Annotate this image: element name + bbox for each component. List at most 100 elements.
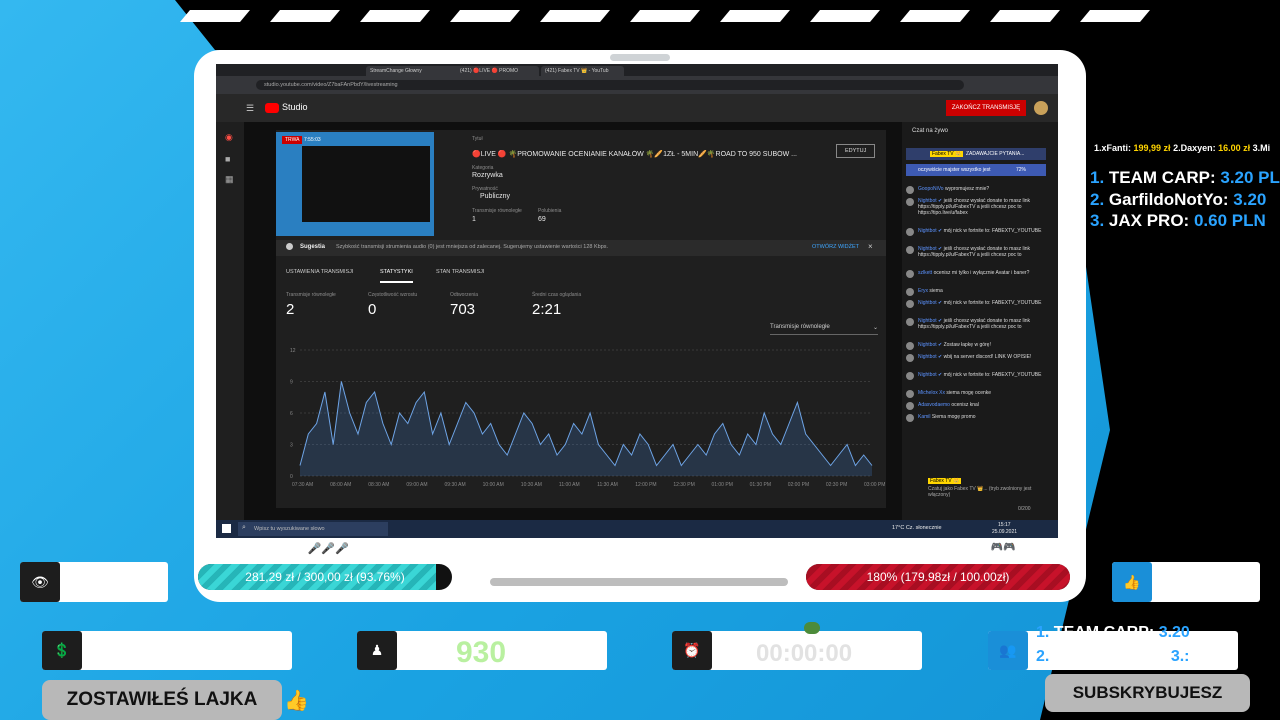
calendar-icon[interactable]: ▦: [225, 174, 234, 185]
chat-text: Adasvodaemo ocenisz knal: [918, 402, 1052, 408]
chat-avatar: [906, 198, 914, 206]
chat-avatar: [906, 414, 914, 422]
y-tick-label: 9: [290, 380, 293, 386]
end-stream-button[interactable]: ZAKOŃCZ TRANSMISJĘ: [946, 100, 1026, 116]
poll-bar[interactable]: oczywiście majster wszystko jest 72%: [906, 164, 1046, 176]
live-icon[interactable]: ◉: [225, 132, 233, 143]
stat-label: Średni czas oglądania: [532, 292, 582, 298]
avatar[interactable]: [1034, 101, 1048, 115]
browser-tab-1[interactable]: StreamChange Głowny: [366, 66, 464, 76]
chart-dropdown[interactable]: Transmisje równoległe ⌄: [770, 324, 878, 335]
poll-percent: 72%: [1016, 167, 1027, 173]
edit-button[interactable]: EDYTUJ: [836, 144, 876, 158]
y-tick-label: 0: [290, 474, 293, 480]
chat-user: Nightbot ✔: [918, 354, 944, 360]
suggestion-banner: Sugestia Szybkość transmisji strumienia …: [276, 240, 886, 256]
chat-avatar: [906, 246, 914, 254]
chat-body: ocenisz mi tylko i wyłącznie Avatar i ba…: [933, 270, 1030, 276]
donation-ticker: 1.xFanti: 199,99 zł 2.Daxyen: 16.00 zł 3…: [1094, 143, 1270, 153]
goal2-bar: 180% (179.98zł / 100.00zł): [806, 564, 1070, 590]
laptop-screen: StreamChange Głowny (421) 🔴LIVE 🔴 PROMO …: [216, 64, 1058, 538]
concurrent-value: 1: [472, 216, 476, 223]
x-tick-label: 12:30 PM: [673, 482, 694, 488]
x-tick-label: 01:30 PM: [750, 482, 771, 488]
stat-value: 0: [368, 301, 377, 318]
live-badge: TRWA: [282, 136, 303, 144]
subscribe-status-button[interactable]: SUBSKRYBUJESZ: [1045, 674, 1250, 712]
close-icon[interactable]: ×: [868, 242, 873, 251]
pinned-user: Fabex TV 👑: [930, 151, 964, 157]
chat-text: Nightbot ✔ wbij na server discord! LINK …: [918, 354, 1052, 360]
chat-body: mój nick w fortnite to: FABEXTV_YOUTUBE: [943, 228, 1042, 234]
stream-content: TRWA 7:55:03 Tytuł 🔴LIVE 🔴 🌴PROMOWANIE O…: [276, 130, 886, 508]
pinned-message: Fabex TV 👑 ZADAWAJCIE PYTANIA...: [906, 148, 1046, 160]
chat-avatar: [906, 318, 914, 326]
dropdown-label: Transmisje równoległe: [770, 324, 830, 330]
studio-header: ☰ Studio ZAKOŃCZ TRANSMISJĘ: [216, 94, 1058, 122]
tab-stream-health[interactable]: STAN TRANSMISJI: [436, 269, 484, 275]
y-tick-label: 6: [290, 411, 293, 417]
browser-tab-2[interactable]: (421) 🔴LIVE 🔴 PROMO: [456, 66, 539, 76]
pinned-text: ZADAWAJCIE PYTANIA...: [966, 151, 1025, 157]
chat-text: Nightbot ✔ mój nick w fortnite to: FABEX…: [918, 228, 1052, 234]
x-tick-label: 03:00 PM: [864, 482, 885, 488]
chat-user: Nightbot ✔: [918, 372, 944, 378]
category-value: Rozrywka: [472, 172, 503, 179]
stream-title: 🔴LIVE 🔴 🌴PROMOWANIE OCENIANIE KANAŁÓW 🌴🥖…: [472, 151, 797, 158]
x-tick-label: 08:00 AM: [330, 482, 351, 488]
like-status-button[interactable]: ZOSTAWIŁEŚ LAJKA: [42, 680, 282, 720]
windows-start-icon[interactable]: [222, 524, 231, 533]
series-area: [300, 381, 872, 476]
stream-preview[interactable]: TRWA 7:55:03: [276, 132, 434, 236]
chat-text: Nightbot ✔ jeśli chcesz wysłać donate to…: [918, 198, 1052, 216]
goal2-text: 180% (179.98zł / 100.00zł): [866, 570, 1010, 584]
chat-avatar: [906, 228, 914, 236]
stat-label: Transmisje równoległe: [286, 292, 336, 298]
chat-body: wypromujesz mnie?: [944, 186, 990, 192]
chat-user: szlkett: [918, 270, 934, 276]
subscriber-icon: ♟: [357, 631, 397, 670]
poll-text: oczywiście majster wszystko jest: [918, 167, 991, 173]
chat-avatar: [906, 270, 914, 278]
x-tick-label: 12:00 PM: [635, 482, 656, 488]
goal1-title: na lepsze mikro 🎤🎤🎤: [222, 543, 349, 555]
sub-counter: 930: [456, 636, 507, 669]
title-label: Tytuł: [472, 136, 483, 142]
top-donor-1: 1. TEAM CARP: 3.20 PLN: [1090, 168, 1280, 187]
chat-user: GoopoNiVo: [918, 186, 945, 192]
suggestion-text: Szybkość transmisji strumienia audio (0)…: [336, 244, 609, 250]
x-tick-label: 09:00 AM: [406, 482, 427, 488]
ticker-first: 1.xFanti:: [1094, 143, 1132, 153]
chat-body: Zostaw łapkę w górę!: [943, 342, 991, 348]
chat-avatar: [906, 300, 914, 308]
camera-icon[interactable]: ■: [225, 154, 230, 164]
y-tick-label: 3: [290, 443, 293, 449]
url-field[interactable]: studio.youtube.com/video/Z7baFAnPbdY/liv…: [256, 80, 964, 90]
studio-sidebar: ◉ ■ ▦: [216, 122, 244, 522]
chat-self-user: Fabex TV 👑: [928, 478, 962, 484]
chat-body: mój nick w fortnite to: FABEXTV_YOUTUBE: [943, 372, 1042, 378]
group-icon: 👥: [988, 631, 1028, 670]
thumbs-up-icon: 👍: [1112, 562, 1152, 602]
suggestion-label: Sugestia: [300, 244, 326, 250]
youtube-logo-icon: [265, 103, 279, 113]
chat-avatar: [906, 390, 914, 398]
chat-avatar: [906, 342, 914, 350]
chat-user: Michelox Xx: [918, 390, 947, 396]
chat-header[interactable]: Czat na żywo: [912, 128, 948, 134]
taskbar-search[interactable]: ⌕ Wpisz tu wyszukiwane słowo: [238, 522, 388, 536]
tab-settings[interactable]: USTAWIENIA TRANSMISJI: [286, 269, 353, 275]
laptop-notch: [610, 54, 670, 61]
thumbs-up-icon: 👍: [284, 690, 309, 712]
chat-body: ocenisz knal: [951, 402, 979, 408]
studio-logo[interactable]: Studio: [282, 102, 308, 112]
browser-tab-3[interactable]: (421) Fabex TV 👑 - YouTub: [541, 66, 624, 76]
chat-text: Michelox Xx siema mogę ocenke: [918, 390, 1052, 396]
chat-avatar: [906, 354, 914, 362]
browser-address-bar: studio.youtube.com/video/Z7baFAnPbdY/liv…: [216, 76, 1058, 94]
menu-icon[interactable]: ☰: [246, 103, 254, 114]
chat-text: Nightbot ✔ mój nick w fortnite to: FABEX…: [918, 372, 1052, 378]
tab-statistics[interactable]: STATYSTYKI: [380, 269, 413, 283]
chat-input[interactable]: Czatuj jako Fabex TV 👑... (tryb zwolnion…: [928, 486, 1038, 498]
open-widget-link[interactable]: OTWÓRZ WIDŻET: [812, 244, 859, 250]
